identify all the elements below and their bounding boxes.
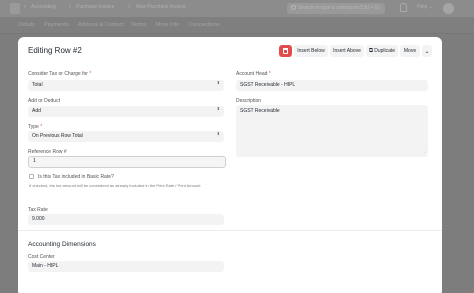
cost-center-label: Cost Center [28,254,55,260]
tab-payments[interactable]: Payments [44,22,68,28]
select-caret-icon: ⬍ [216,106,220,111]
move-button[interactable]: Move [400,45,420,57]
app-logo[interactable] [10,3,20,14]
add-deduct-select[interactable]: Add ⬍ [28,106,224,117]
search-placeholder: Search or type a command (Ctrl + G) [298,5,381,11]
required-mark: * [89,71,92,77]
tax-included-checkbox[interactable] [29,174,34,179]
breadcrumb-separator: › [69,4,71,10]
breadcrumb-purchase-invoice[interactable]: Purchase Invoice [76,4,114,10]
add-deduct-value: Add [32,108,41,114]
description-textarea[interactable]: SGST Receivable ⋰ [236,105,428,157]
type-select[interactable]: On Previous Row Total ⬍ [28,131,224,142]
add-deduct-label: Add or Deduct [28,98,60,104]
cost-center-input[interactable]: Main - HIPL [28,261,224,272]
chevron-down-icon: ⌄ [428,4,433,10]
description-label: Description [236,98,262,104]
account-head-input[interactable]: SGST Receivable - HIPL [236,80,428,91]
edit-row-dialog: Editing Row #2 Insert Below Insert Above… [18,37,442,293]
tab-terms[interactable]: Terms [131,22,146,28]
help-label: Help [417,4,428,10]
collapse-button[interactable]: ⌄ [422,45,432,57]
search-input[interactable]: Search or type a command (Ctrl + G) [287,3,385,14]
account-head-label: Account Head * [236,71,271,77]
reference-row-label: Reference Row # [28,149,67,155]
type-value: On Previous Row Total [32,133,83,139]
trash-icon [283,48,288,54]
document-tabs: Details Payments Address & Contact Terms… [0,17,474,34]
tab-connections[interactable]: Connections [189,22,220,28]
tab-details[interactable]: Details [18,22,35,28]
resize-handle-icon[interactable]: ⋰ [422,151,427,156]
chevron-down-icon: ⌄ [424,48,430,55]
breadcrumb-separator: › [128,4,130,10]
tax-rate-input[interactable]: 9.000 [28,214,224,225]
bell-icon[interactable] [400,3,407,12]
tab-address-contact[interactable]: Address & Contact [78,22,124,28]
consider-tax-label: Consider Tax or Charge for * [28,71,92,77]
tab-more-info[interactable]: More Info [156,22,179,28]
required-mark: * [40,124,43,130]
section-divider [18,230,442,231]
duplicate-button[interactable]: ⧉ Duplicate [366,45,398,57]
breadcrumb-new-purchase-invoice[interactable]: New Purchase Invoice [136,4,186,10]
description-value: SGST Receivable [240,108,280,114]
consider-tax-value: Total [32,82,43,88]
breadcrumb-separator: › [24,4,26,10]
type-label: Type * [28,124,43,130]
select-caret-icon: ⬍ [216,80,220,85]
reference-row-input[interactable]: 1 [28,156,226,168]
duplicate-label: Duplicate [374,48,396,54]
search-icon [291,5,296,10]
select-caret-icon: ⬍ [216,131,220,136]
dialog-title: Editing Row #2 [28,46,82,55]
breadcrumb-accounting[interactable]: Accounting [31,4,56,10]
delete-row-button[interactable] [279,45,292,57]
top-navbar: › Accounting › Purchase Invoice › New Pu… [0,0,474,17]
insert-below-button[interactable]: Insert Below [294,45,328,57]
avatar[interactable] [443,3,454,14]
tax-included-help: If checked, the tax amount will be consi… [29,183,201,188]
accounting-dimensions-heading: Accounting Dimensions [28,241,96,248]
copy-icon: ⧉ [368,47,374,54]
consider-tax-select[interactable]: Total ⬍ [28,80,224,91]
tax-rate-label: Tax Rate [28,207,48,213]
tax-included-label: Is this Tax included in Basic Rate? [38,174,114,180]
required-mark: * [268,71,271,77]
insert-above-button[interactable]: Insert Above [330,45,364,57]
help-dropdown[interactable]: Help ⌄ [417,4,433,10]
